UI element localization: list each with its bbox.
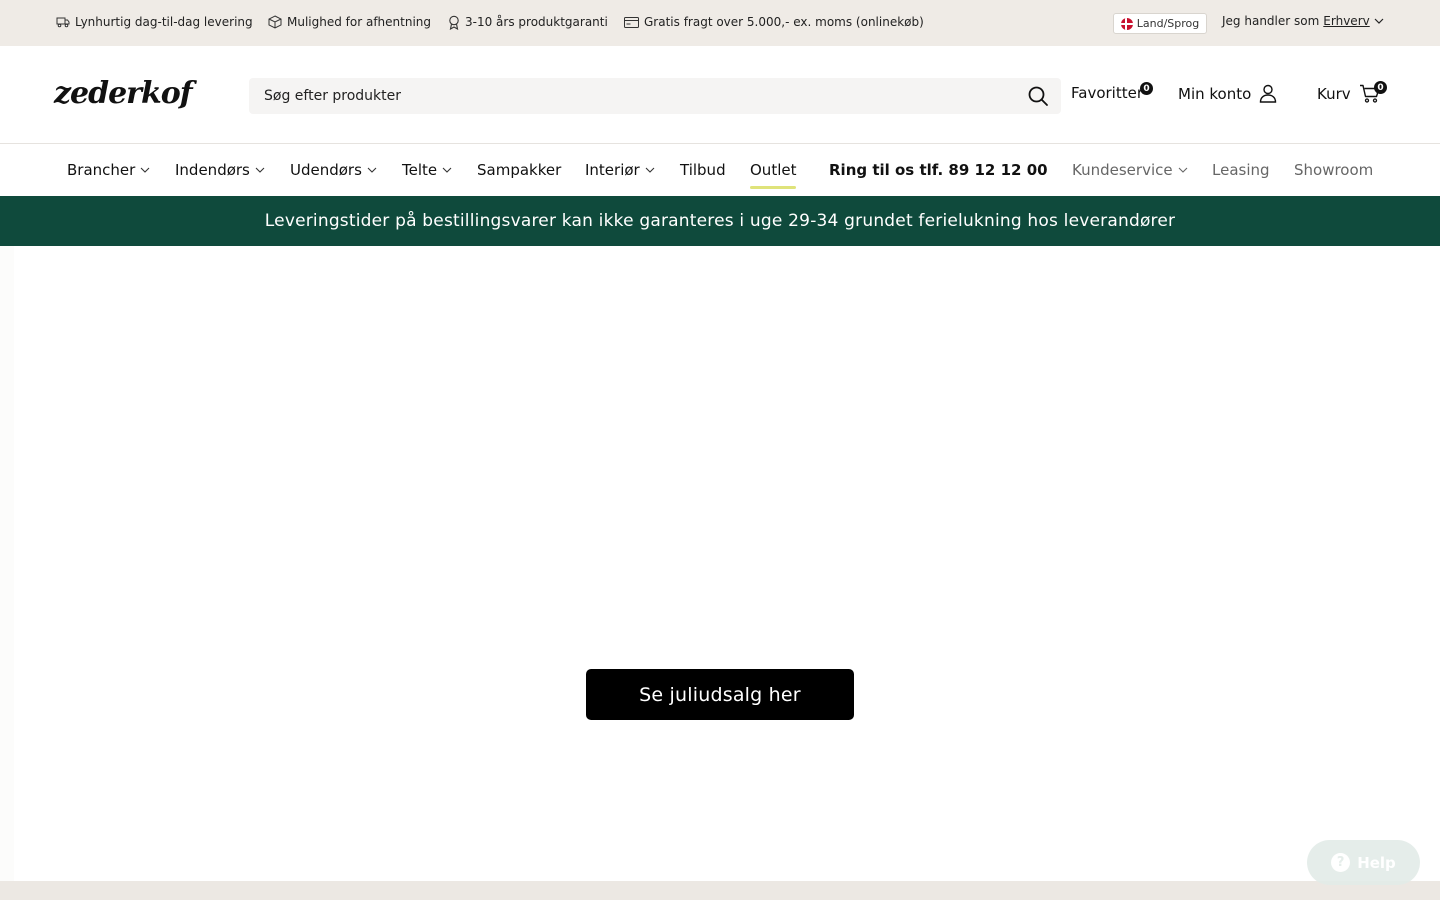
usp-label: Mulighed for afhentning: [287, 15, 432, 29]
hero-background: [0, 246, 14, 881]
chevron-down-icon: [1374, 18, 1384, 24]
usp-delivery: Lynhurtig dag-til-dag levering: [56, 14, 253, 30]
favorites-count-badge: 0: [1140, 82, 1153, 95]
search-input[interactable]: [249, 78, 1009, 114]
nav-item-indendors[interactable]: Indendørs: [175, 160, 265, 180]
top-info-bar: Lynhurtig dag-til-dag levering Mulighed …: [0, 0, 1440, 46]
nav-label: Leasing: [1212, 161, 1270, 179]
truck-icon: [56, 17, 70, 28]
chevron-down-icon: [645, 167, 655, 173]
nav-item-leasing[interactable]: Leasing: [1212, 160, 1270, 180]
usp-label: 3-10 års produktgaranti: [465, 15, 608, 29]
box-icon: [268, 15, 282, 29]
usp-pickup: Mulighed for afhentning: [268, 14, 431, 30]
nav-label: Indendørs: [175, 161, 250, 179]
shopper-prefix: Jeg handler som: [1222, 14, 1320, 28]
notice-banner: Leveringstider på bestillingsvarer kan i…: [0, 196, 1440, 246]
footer-strip: [0, 881, 1440, 900]
card-icon: [624, 16, 639, 28]
nav-label: Interiør: [585, 161, 640, 179]
question-icon: ?: [1331, 853, 1351, 872]
user-icon: [1260, 84, 1277, 103]
cart-label: Kurv: [1317, 84, 1351, 103]
account-link[interactable]: Min konto: [1178, 84, 1277, 103]
hero-section: Se juliudsalg her: [0, 246, 1440, 881]
nav-item-udendors[interactable]: Udendørs: [290, 160, 377, 180]
nav-label: Brancher: [67, 161, 136, 179]
cart-count-badge: 0: [1374, 81, 1387, 94]
help-label: Help: [1357, 853, 1396, 872]
award-icon: [449, 15, 459, 30]
active-nav-indicator: [750, 186, 796, 189]
nav-item-tilbud[interactable]: Tilbud: [680, 160, 726, 180]
favorites-link[interactable]: Favoritter: [1071, 84, 1143, 102]
shopper-type: Erhverv: [1323, 14, 1370, 28]
chevron-down-icon: [442, 167, 452, 173]
nav-label: Kundeservice: [1072, 161, 1173, 179]
nav-label: Telte: [402, 161, 438, 179]
nav-item-telte[interactable]: Telte: [402, 160, 452, 180]
nav-item-brancher[interactable]: Brancher: [67, 160, 150, 180]
july-sale-button[interactable]: Se juliudsalg her: [586, 669, 854, 720]
cart-link[interactable]: Kurv: [1317, 84, 1381, 103]
site-header: zederkof Favoritter 0 Min konto Kurv 0: [0, 46, 1440, 144]
chevron-down-icon: [367, 167, 377, 173]
usp-label: Gratis fragt over 5.000,- ex. moms (onli…: [644, 15, 924, 29]
usp-shipping: Gratis fragt over 5.000,- ex. moms (onli…: [624, 14, 924, 30]
notice-text: Leveringstider på bestillingsvarer kan i…: [264, 211, 1176, 231]
help-button[interactable]: ? Help: [1307, 840, 1420, 885]
nav-item-sampakker[interactable]: Sampakker: [477, 160, 561, 180]
nav-label: Showroom: [1294, 161, 1374, 179]
logo[interactable]: zederkof: [54, 76, 193, 111]
nav-item-outlet[interactable]: Outlet: [750, 160, 796, 180]
search-bar: [249, 78, 1061, 114]
nav-item-kundeservice[interactable]: Kundeservice: [1072, 160, 1188, 180]
chevron-down-icon: [1178, 167, 1187, 173]
nav-label: Outlet: [750, 161, 797, 179]
nav-label: Udendørs: [290, 161, 362, 179]
search-icon[interactable]: [1027, 85, 1049, 107]
nav-label: Sampakker: [477, 161, 562, 179]
nav-item-interior[interactable]: Interiør: [585, 160, 655, 180]
language-selector[interactable]: Land/Sprog: [1113, 13, 1207, 34]
shopper-type-selector[interactable]: Jeg handler som Erhverv: [1222, 14, 1384, 28]
usp-label: Lynhurtig dag-til-dag levering: [75, 15, 253, 29]
nav-item-showroom[interactable]: Showroom: [1294, 160, 1373, 180]
language-label: Land/Sprog: [1136, 17, 1200, 30]
chevron-down-icon: [255, 167, 265, 173]
denmark-flag-icon: [1120, 17, 1133, 30]
main-navigation: Brancher Indendørs Udendørs Telte Sampak…: [0, 144, 1440, 196]
usp-warranty: 3-10 års produktgaranti: [448, 14, 608, 30]
chevron-down-icon: [140, 167, 150, 173]
account-label: Min konto: [1178, 84, 1252, 103]
nav-label: Tilbud: [680, 161, 726, 179]
phone-link[interactable]: Ring til os tlf. 89 12 12 00: [829, 160, 1048, 180]
favorites-label: Favoritter: [1071, 84, 1143, 102]
